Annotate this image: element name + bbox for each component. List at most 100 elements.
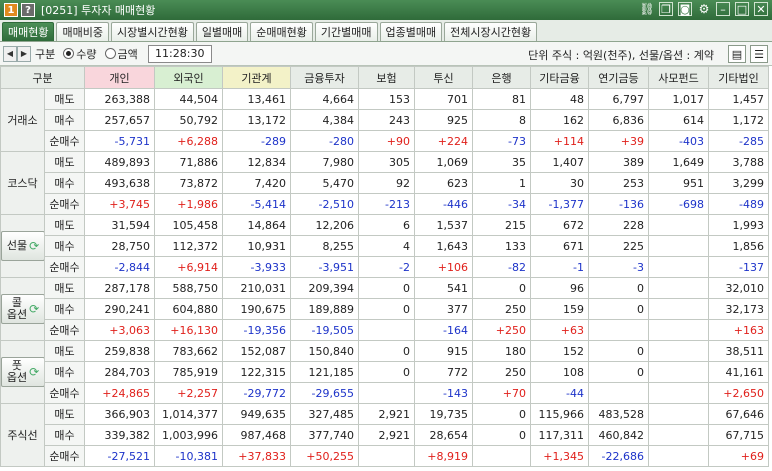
- market-name: 선물: [6, 239, 28, 252]
- tab-2[interactable]: 시장별시간현황: [110, 22, 194, 41]
- next-arrow-button[interactable]: ▶: [17, 45, 31, 62]
- tab-5[interactable]: 기간별매매: [314, 22, 378, 41]
- header-pension[interactable]: 연기금등: [588, 66, 649, 89]
- tab-4[interactable]: 순매매현황: [250, 22, 313, 41]
- table-cell: 228: [588, 214, 649, 236]
- table-cell: 1,069: [414, 151, 473, 173]
- header-bank[interactable]: 은행: [472, 66, 531, 89]
- table-cell: 257,657: [84, 109, 155, 131]
- table-cell: 1,856: [708, 235, 769, 257]
- table-cell: +39: [588, 130, 649, 152]
- table-row: 콜 옵션 ⟳ 매도 287,178 588,750 210,031 209,394 0 541 0 9…: [0, 277, 769, 341]
- minimize-icon[interactable]: –: [716, 2, 730, 16]
- table-row: 매수 284,703 785,919 122,315 121,185 0 772 250 108…: [1, 361, 769, 383]
- table-cell: 263,388: [84, 88, 155, 110]
- header-institution[interactable]: 기관계: [222, 66, 291, 89]
- header-foreign[interactable]: 외국인: [154, 66, 223, 89]
- table-cell: +163: [708, 319, 769, 341]
- table-cell: -213: [358, 193, 415, 215]
- table-cell: +114: [530, 130, 589, 152]
- table-cell: +6,288: [154, 130, 223, 152]
- table-cell: 1,457: [708, 88, 769, 110]
- camera-icon[interactable]: ◙: [678, 2, 692, 16]
- close-icon[interactable]: ✕: [754, 2, 768, 16]
- table-cell: [648, 214, 709, 236]
- table-cell: -446: [414, 193, 473, 215]
- row-type-label: 순매수: [44, 445, 85, 467]
- table-cell: +16,130: [154, 319, 223, 341]
- table-cell: 0: [472, 424, 531, 446]
- row-type-label: 매도: [44, 403, 85, 425]
- table-cell: 67,646: [708, 403, 769, 425]
- link-icon[interactable]: ⛓: [639, 2, 654, 16]
- table-cell: 0: [358, 361, 415, 383]
- table-cell: -285: [708, 130, 769, 152]
- table-cell: 105,458: [154, 214, 223, 236]
- market-refresh-button[interactable]: 풋 옵션 ⟳: [1, 357, 44, 387]
- row-type-label: 매수: [44, 172, 85, 194]
- radio-amount[interactable]: 금액: [104, 46, 138, 62]
- row-type-label: 매도: [44, 277, 85, 299]
- table-cell: -22,686: [588, 445, 649, 467]
- gear-icon[interactable]: ⚙: [697, 2, 711, 16]
- table-cell: +1,345: [530, 445, 589, 467]
- tab-1[interactable]: 매매비중: [56, 22, 109, 41]
- window-number-badge[interactable]: 1: [4, 3, 18, 17]
- table-row: 순매수 -27,521 -10,381 +37,833 +50,255 +8,919 +1,…: [1, 445, 769, 467]
- table-cell: 772: [414, 361, 473, 383]
- market-cell[interactable]: 풋 옵션 ⟳: [0, 340, 45, 404]
- help-icon[interactable]: ?: [21, 3, 35, 17]
- list-view-icon[interactable]: ☰: [750, 45, 768, 63]
- table-cell: 28,750: [84, 235, 155, 257]
- market-cell[interactable]: 콜 옵션 ⟳: [0, 277, 45, 341]
- header-investment-trust[interactable]: 투신: [414, 66, 473, 89]
- table-cell: [472, 445, 531, 467]
- table-row: 순매수 +3,063 +16,130 -19,356 -19,505 -164 +250 +6…: [1, 319, 769, 341]
- table-cell: 1,017: [648, 88, 709, 110]
- time-field[interactable]: 11:28:30: [147, 44, 212, 63]
- table-row: 풋 옵션 ⟳ 매도 259,838 783,662 152,087 150,840 0 915 18…: [0, 340, 769, 404]
- table-cell: 949,635: [222, 403, 291, 425]
- maximize-icon[interactable]: □: [735, 2, 749, 16]
- table-cell: [588, 382, 649, 404]
- tab-0[interactable]: 매매현황: [2, 22, 55, 41]
- radio-amount-dot[interactable]: [104, 48, 116, 59]
- header-insurance[interactable]: 보험: [358, 66, 415, 89]
- market-refresh-button[interactable]: 선물 ⟳: [1, 231, 44, 261]
- table-cell: [648, 382, 709, 404]
- table-cell: +69: [708, 445, 769, 467]
- tab-6[interactable]: 업종별매매: [379, 22, 443, 41]
- table-cell: 108: [530, 361, 589, 383]
- header-other-corp[interactable]: 기타법인: [708, 66, 769, 89]
- market-refresh-button[interactable]: 콜 옵션 ⟳: [1, 294, 44, 324]
- table-cell: 117,311: [530, 424, 589, 446]
- table-cell: +37,833: [222, 445, 291, 467]
- header-other-finance[interactable]: 기타금융: [530, 66, 589, 89]
- table-view-icon[interactable]: ▤: [728, 45, 746, 63]
- radio-amount-label: 금액: [117, 47, 138, 61]
- header-personal[interactable]: 개인: [84, 66, 155, 89]
- table-cell: 987,468: [222, 424, 291, 446]
- table-cell: 493,638: [84, 172, 155, 194]
- table-cell: -29,655: [290, 382, 359, 404]
- market-cell[interactable]: 선물 ⟳: [0, 214, 45, 278]
- prev-arrow-button[interactable]: ◀: [3, 45, 17, 62]
- header-private-fund[interactable]: 사모펀드: [648, 66, 709, 89]
- tab-7[interactable]: 전체시장시간현황: [444, 22, 538, 41]
- row-type-label: 순매수: [44, 382, 85, 404]
- table-cell: 190,675: [222, 298, 291, 320]
- table-cell: 2,921: [358, 424, 415, 446]
- tab-3[interactable]: 일별매매: [195, 22, 249, 41]
- header-financial-investment[interactable]: 금융투자: [290, 66, 359, 89]
- table-cell: 115,966: [530, 403, 589, 425]
- header-category[interactable]: 구분: [0, 66, 85, 89]
- table-cell: -1,377: [530, 193, 589, 215]
- table-cell: 0: [588, 277, 649, 299]
- row-type-label: 매수: [44, 109, 85, 131]
- table-cell: 0: [588, 340, 649, 362]
- table-row: 선물 ⟳ 매도 31,594 105,458 14,864 12,206 6 1,537 215 6…: [0, 214, 769, 278]
- copy-icon[interactable]: ❐: [659, 2, 673, 16]
- radio-quantity[interactable]: 수량: [63, 46, 97, 62]
- radio-quantity-dot[interactable]: [63, 48, 75, 59]
- table-cell: 287,178: [84, 277, 155, 299]
